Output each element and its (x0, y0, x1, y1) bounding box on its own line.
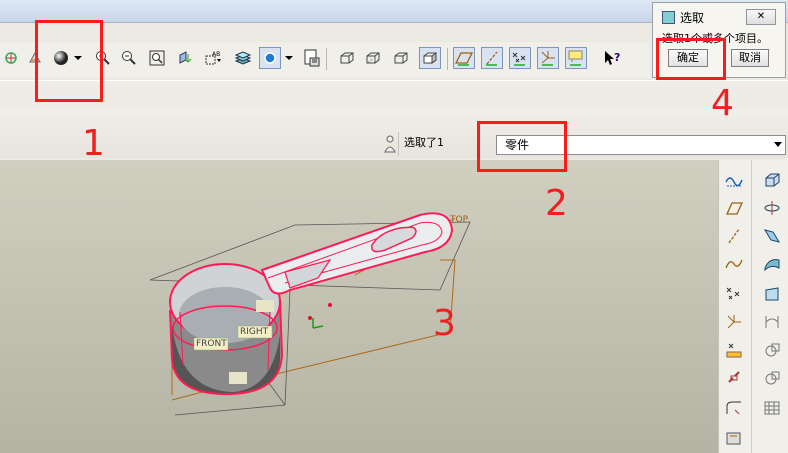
datum-plane-icon[interactable] (724, 198, 744, 218)
zoom-out-icon[interactable] (118, 47, 140, 69)
chevron-down-icon (774, 142, 782, 147)
select-dialog-icon (662, 11, 675, 24)
datum-top-label: TOP (450, 215, 469, 225)
hidden-line-icon[interactable] (362, 47, 384, 69)
datum-point-icon[interactable] (724, 284, 744, 304)
wireframe-icon[interactable] (336, 47, 358, 69)
round-icon[interactable] (724, 398, 744, 418)
dialog-title: 选取 (680, 11, 705, 25)
no-hidden-icon[interactable] (390, 47, 412, 69)
rib-icon[interactable] (762, 368, 782, 388)
chain-icon[interactable] (724, 368, 744, 388)
toolbar-separator (326, 48, 327, 70)
draft-icon[interactable] (724, 428, 744, 448)
csys-icon[interactable] (724, 312, 744, 332)
graphics-viewport[interactable]: FRONT RIGHT TOP (0, 160, 718, 453)
ribbon-band (0, 80, 788, 110)
annotation-box-2 (477, 121, 567, 172)
spin-center-icon[interactable] (0, 47, 22, 69)
selection-status: 选取了1 (404, 136, 444, 149)
blend-icon[interactable] (762, 254, 782, 274)
person-icon (384, 134, 396, 157)
shell-icon[interactable] (762, 340, 782, 360)
datum-plane-display-icon[interactable] (453, 47, 475, 69)
revolve-icon[interactable] (762, 198, 782, 218)
boundary-blend-icon[interactable] (762, 284, 782, 304)
svg-text:AB: AB (212, 51, 220, 58)
annotation-number-1: 1 (82, 123, 105, 164)
annotation-box-4 (656, 38, 726, 80)
close-icon[interactable]: ✕ (746, 9, 776, 25)
view-manager-dropdown-icon[interactable] (283, 47, 295, 69)
datum-axis-display-icon[interactable] (481, 47, 503, 69)
datum-axis-icon[interactable] (724, 226, 744, 246)
help-icon[interactable]: ? (601, 47, 623, 69)
hole-icon[interactable] (762, 312, 782, 332)
toolbar-separator (447, 48, 448, 70)
saved-views-icon[interactable]: AB (202, 47, 224, 69)
annotation-number-4: 4 (711, 83, 734, 124)
datum-front-label: FRONT (196, 339, 227, 349)
point-display-icon[interactable] (509, 47, 531, 69)
annotation-number-2: 2 (545, 183, 568, 224)
csys-display-icon[interactable] (537, 47, 559, 69)
save-view-icon[interactable] (300, 47, 322, 69)
pattern-icon[interactable] (762, 398, 782, 418)
cancel-button[interactable]: 取消 (731, 49, 769, 67)
annotation-number-3: 3 (433, 303, 456, 344)
sketch-curve-icon[interactable] (724, 170, 744, 190)
layers-icon[interactable] (232, 47, 254, 69)
analysis-icon[interactable] (724, 340, 744, 360)
svg-text:?: ? (614, 51, 620, 64)
annotation-display-icon[interactable] (565, 47, 587, 69)
refit-icon[interactable] (146, 47, 168, 69)
rightbar-separator (751, 160, 752, 453)
sweep-icon[interactable] (762, 226, 782, 246)
reorient-icon[interactable] (174, 47, 196, 69)
extrude-icon[interactable] (762, 170, 782, 190)
view-manager-icon[interactable] (259, 47, 281, 69)
datum-right-label: RIGHT (240, 327, 269, 337)
datum-curve-icon[interactable] (724, 254, 744, 274)
filter-separator (398, 132, 399, 156)
annotation-box-1 (35, 20, 103, 102)
shaded-icon[interactable] (419, 47, 441, 69)
